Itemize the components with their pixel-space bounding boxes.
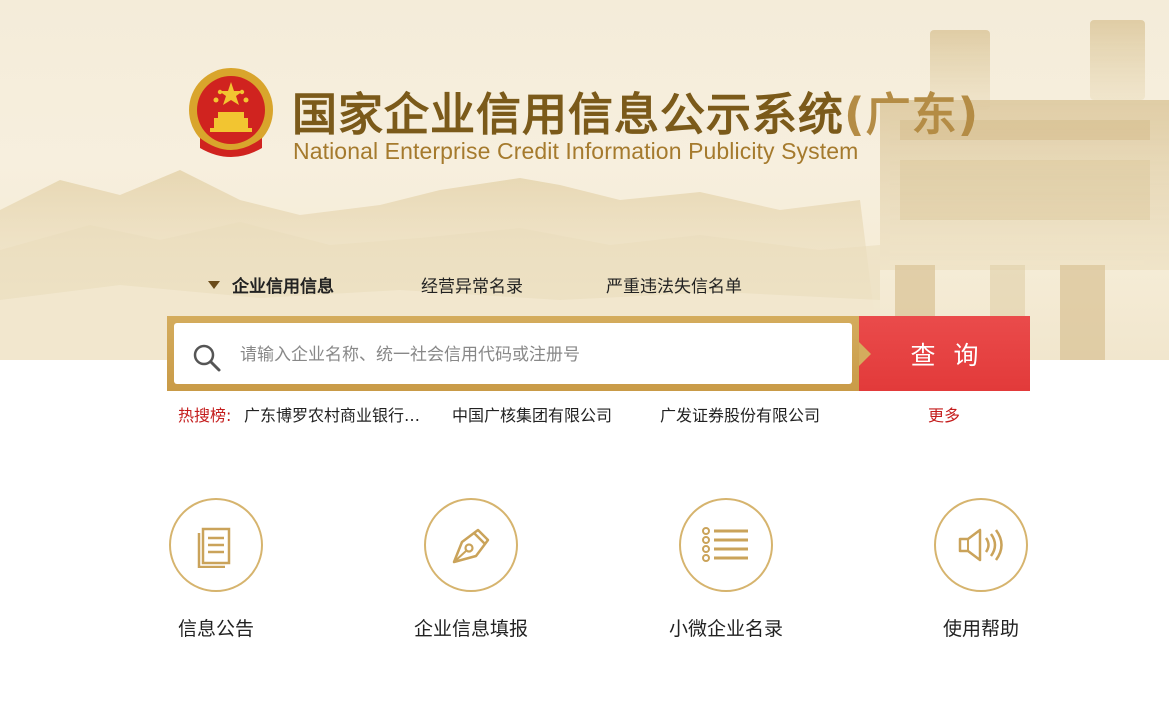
site-title-en: National Enterprise Credit Information P… bbox=[293, 138, 859, 164]
page: 国家企业信用信息公示系统(广东) National Enterprise Cre… bbox=[0, 0, 1169, 705]
caret-down-icon bbox=[208, 281, 220, 289]
tab-enterprise-credit[interactable]: 企业信用信息 bbox=[208, 272, 334, 297]
tab-label: 经营异常名录 bbox=[421, 277, 523, 297]
hot-search-item[interactable]: 广东博罗农村商业银行… bbox=[244, 402, 420, 426]
search-input[interactable] bbox=[238, 337, 842, 373]
tab-label: 企业信用信息 bbox=[232, 277, 334, 297]
list-icon bbox=[702, 527, 748, 562]
feature-circle bbox=[934, 498, 1028, 592]
search-button[interactable]: 查询 bbox=[859, 316, 1030, 391]
hot-search-item[interactable]: 广发证券股份有限公司 bbox=[660, 402, 820, 426]
site-title: 国家企业信用信息公示系统(广东) bbox=[292, 78, 979, 143]
feature-enterprise-report[interactable]: 企业信息填报 bbox=[381, 498, 561, 641]
tab-abnormal-list[interactable]: 经营异常名录 bbox=[421, 272, 523, 297]
banner-scenery bbox=[0, 20, 1169, 360]
document-icon bbox=[197, 527, 231, 568]
search-box bbox=[167, 316, 859, 391]
header-banner: 国家企业信用信息公示系统(广东) National Enterprise Cre… bbox=[0, 0, 1169, 360]
speaker-icon bbox=[958, 528, 1003, 562]
national-emblem-icon bbox=[189, 68, 273, 157]
feature-circle bbox=[424, 498, 518, 592]
feature-help[interactable]: 使用帮助 bbox=[891, 498, 1071, 641]
site-title-region: (广东) bbox=[844, 88, 980, 141]
site-title-main: 国家企业信用信息公示系统 bbox=[292, 88, 845, 141]
search-field-container bbox=[174, 323, 852, 384]
feature-label: 小微企业名录 bbox=[668, 618, 783, 640]
search-icon bbox=[193, 344, 221, 372]
feature-small-business-list[interactable]: 小微企业名录 bbox=[636, 498, 816, 641]
feature-label: 使用帮助 bbox=[942, 618, 1019, 640]
feature-circle bbox=[679, 498, 773, 592]
feature-info-announcement[interactable]: 信息公告 bbox=[126, 498, 306, 641]
tab-label: 严重违法失信名单 bbox=[606, 277, 742, 297]
hot-search-item[interactable]: 中国广核集团有限公司 bbox=[452, 402, 612, 426]
hot-search-more-link[interactable]: 更多 bbox=[928, 402, 960, 426]
feature-label: 信息公告 bbox=[177, 618, 254, 640]
hot-search-label: 热搜榜: bbox=[178, 406, 232, 425]
feature-label: 企业信息填报 bbox=[413, 618, 528, 640]
tab-blacklist[interactable]: 严重违法失信名单 bbox=[606, 272, 742, 297]
feature-circle bbox=[169, 498, 263, 592]
pen-icon bbox=[452, 528, 490, 564]
